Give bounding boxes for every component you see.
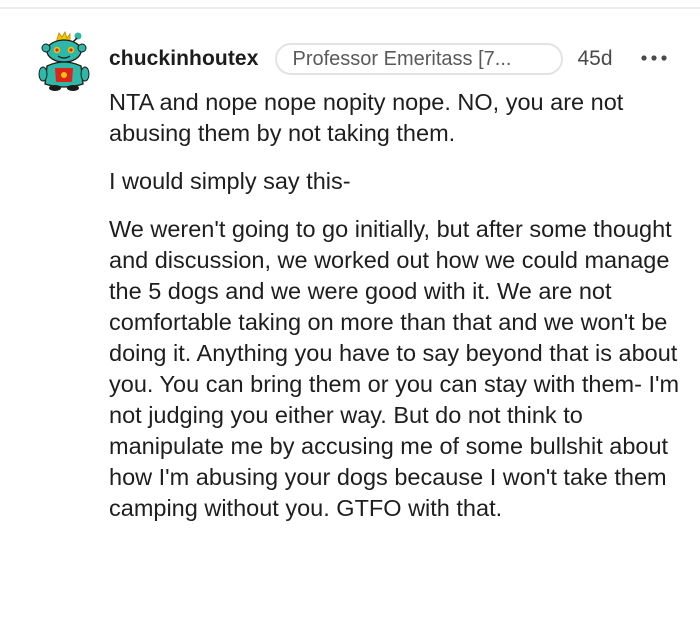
ellipsis-horizontal-icon[interactable] — [640, 50, 668, 66]
comment-paragraph: We weren't going to go initially, but af… — [109, 216, 680, 521]
snoo-avatar-icon[interactable] — [33, 30, 91, 94]
username-link[interactable]: chuckinhoutex — [109, 47, 259, 71]
comment-paragraph: NTA and nope nope nopity nope. NO, you a… — [109, 89, 624, 146]
comment: chuckinhoutex Professor Emeritass [7... … — [0, 0, 700, 632]
comment-paragraph: I would simply say this- — [109, 168, 351, 194]
comment-header: chuckinhoutex Professor Emeritass [7... … — [109, 42, 613, 76]
flair-text: Professor Emeritass [7... — [292, 47, 512, 70]
comment-body: NTA and nope nope nopity nope. NO, you a… — [109, 87, 684, 524]
comment-age: 45d — [577, 47, 613, 70]
user-flair: Professor Emeritass [7... — [274, 43, 563, 75]
